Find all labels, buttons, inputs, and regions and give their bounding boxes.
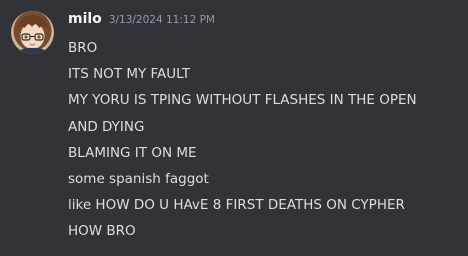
message-line: some spanish faggot bbox=[68, 170, 209, 187]
message-line: BRO bbox=[68, 40, 98, 56]
user-avatar[interactable] bbox=[11, 11, 54, 54]
username[interactable]: milo bbox=[68, 11, 102, 27]
message-timestamp: 3/13/2024 11:12 PM bbox=[108, 14, 215, 26]
message-line: BLAMING IT ON ME bbox=[68, 144, 197, 161]
chat-message: milo 3/13/2024 11:12 PM BRO ITS NOT MY F… bbox=[0, 0, 468, 256]
message-line: HOW BRO bbox=[68, 223, 136, 240]
message-content: BRO ITS NOT MY FAULT MY YORU IS TPING WI… bbox=[68, 35, 463, 245]
message-line: like HOW DO U HAvE 8 FIRST DEATHS ON CYP… bbox=[68, 197, 405, 214]
message-header: milo 3/13/2024 11:12 PM bbox=[68, 11, 215, 27]
message-line: MY YORU IS TPING WITHOUT FLASHES IN THE … bbox=[68, 92, 417, 109]
anime-avatar-icon bbox=[11, 11, 54, 54]
message-line: ITS NOT MY FAULT bbox=[68, 66, 191, 83]
message-line: AND DYING bbox=[68, 118, 145, 135]
